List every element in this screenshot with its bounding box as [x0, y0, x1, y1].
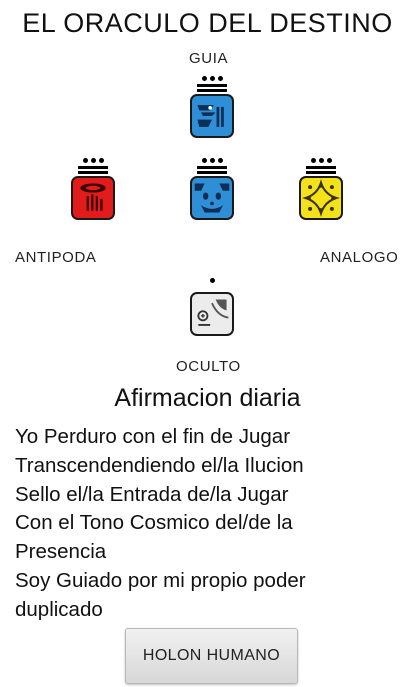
guide-tone-bars	[188, 84, 236, 92]
destiny-tone-dots	[188, 158, 236, 164]
red-glyph-icon	[71, 176, 115, 220]
blue-monkey-glyph-icon	[190, 176, 234, 220]
affirmation-line: Transcendendiendo el/la Ilucion	[15, 453, 304, 477]
antipode-tone-bars	[69, 166, 117, 174]
affirmation-text: Yo Perduro con el fin de Jugar Transcend…	[15, 423, 407, 625]
antipode-label: ANTIPODA	[15, 249, 97, 266]
affirmation-line: duplicado	[15, 597, 103, 621]
white-glyph-icon	[190, 292, 234, 336]
affirmation-line: Soy Guiado por mi propio poder	[15, 568, 306, 592]
destiny-tone-bars	[188, 166, 236, 174]
occult-tone-dots	[188, 278, 236, 284]
guide-glyph[interactable]	[188, 76, 236, 138]
yellow-star-glyph-icon	[299, 176, 343, 220]
analog-tone-dots	[297, 158, 345, 164]
affirmation-line: Sello el/la Entrada de/la Jugar	[15, 482, 289, 506]
occult-glyph[interactable]	[188, 278, 236, 336]
antipode-tone-dots	[69, 158, 117, 164]
guide-label: GUIA	[189, 50, 229, 67]
guide-tone-dots	[188, 76, 236, 82]
app-title: EL ORACULO DEL DESTINO	[22, 8, 393, 38]
affirmation-line: Yo Perduro con el fin de Jugar	[15, 425, 291, 448]
affirmation-line: Presencia	[15, 540, 107, 564]
blue-glyph-icon	[190, 94, 234, 138]
affirmation-heading: Afirmacion diaria	[114, 384, 301, 412]
analog-glyph[interactable]	[297, 158, 345, 220]
affirmation-line: Con el Tono Cosmico del/de la	[15, 511, 293, 535]
antipode-glyph[interactable]	[69, 158, 117, 220]
analog-tone-bars	[297, 166, 345, 174]
holon-humano-button[interactable]: HOLON HUMANO	[125, 628, 298, 684]
occult-label: OCULTO	[176, 358, 241, 375]
destiny-glyph[interactable]	[188, 158, 236, 220]
analog-label: ANALOGO	[320, 249, 399, 266]
